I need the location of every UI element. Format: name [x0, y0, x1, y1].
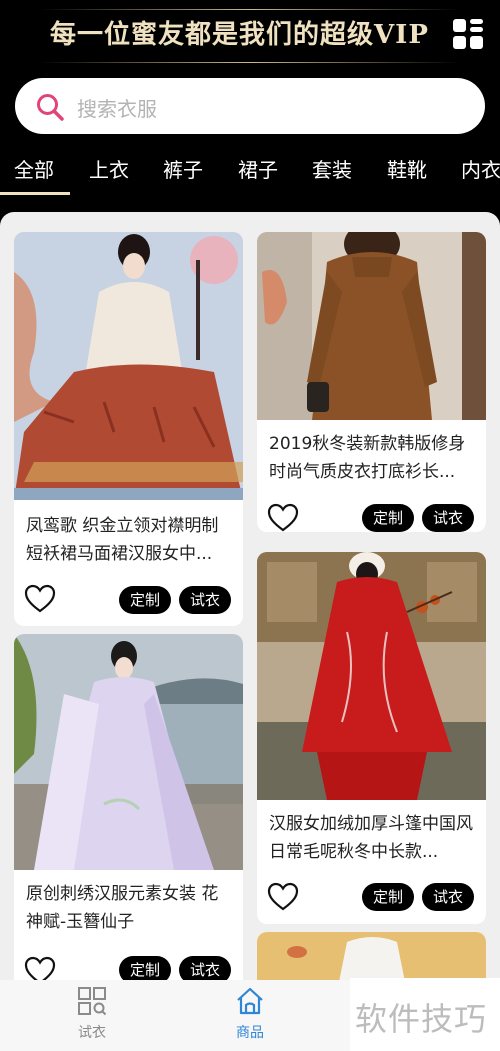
nav-item-products[interactable]: 商品	[210, 986, 290, 1042]
nav-label-try-on: 试衣	[78, 1025, 106, 1041]
banner-title: 每一位蜜友都是我们的超级VIP	[50, 20, 429, 50]
search-icon	[37, 94, 64, 121]
fitting-grid-icon	[78, 987, 107, 1016]
customize-button[interactable]: 定制	[362, 504, 414, 532]
product-image[interactable]	[257, 232, 486, 420]
tab-all[interactable]: 全部	[14, 154, 54, 183]
category-tabs: 全部 上衣 裤子 裙子 套装 鞋靴 内衣	[0, 146, 500, 198]
tab-tops[interactable]: 上衣	[89, 154, 129, 183]
search-placeholder: 搜索衣服	[77, 97, 157, 121]
product-card[interactable]: 2019秋冬装新款韩版修身时尚气质皮衣打底衫长... 定制 试衣	[257, 232, 486, 532]
heart-icon[interactable]	[24, 956, 56, 980]
product-image[interactable]	[257, 552, 486, 800]
customize-button[interactable]: 定制	[119, 956, 171, 980]
try-on-button[interactable]: 试衣	[422, 883, 474, 911]
home-icon	[237, 987, 263, 1015]
product-card[interactable]: 原创刺绣汉服元素女装 花神赋-玉簪仙子 定制 试衣	[14, 634, 243, 980]
customize-button[interactable]: 定制	[362, 883, 414, 911]
product-card[interactable]: 凤鸾歌 织金立领对襟明制短袄裙马面裙汉服女中... 定制 试衣	[14, 232, 243, 626]
product-title[interactable]: 凤鸾歌 织金立领对襟明制短袄裙马面裙汉服女中...	[26, 512, 231, 568]
product-image[interactable]	[14, 634, 243, 870]
tab-sets[interactable]: 套装	[312, 154, 352, 183]
product-card[interactable]: 汉服女加绒加厚斗篷中国风日常毛呢秋冬中长款... 定制 试衣	[257, 552, 486, 924]
heart-icon[interactable]	[267, 503, 299, 532]
product-grid: 凤鸾歌 织金立领对襟明制短袄裙马面裙汉服女中... 定制 试衣 2019秋冬装新…	[0, 212, 500, 980]
product-title[interactable]: 原创刺绣汉服元素女装 花神赋-玉簪仙子	[26, 880, 231, 936]
nav-item-try-on[interactable]: 试衣	[52, 986, 132, 1042]
customize-button[interactable]: 定制	[119, 586, 171, 614]
product-title[interactable]: 汉服女加绒加厚斗篷中国风日常毛呢秋冬中长款...	[269, 810, 474, 866]
product-title[interactable]: 2019秋冬装新款韩版修身时尚气质皮衣打底衫长...	[269, 430, 474, 486]
tab-skirts[interactable]: 裙子	[238, 154, 278, 183]
header: 每一位蜜友都是我们的超级VIP 搜索衣服 全部 上衣 裤子 裙子 套装 鞋靴 内…	[0, 0, 500, 210]
try-on-button[interactable]: 试衣	[179, 956, 231, 980]
watermark: 软件技巧	[350, 978, 500, 1051]
tab-shoes[interactable]: 鞋靴	[387, 154, 427, 183]
try-on-button[interactable]: 试衣	[422, 504, 474, 532]
heart-icon[interactable]	[267, 882, 299, 912]
try-on-button[interactable]: 试衣	[179, 586, 231, 614]
product-card[interactable]	[257, 932, 486, 980]
banner-top-line	[40, 9, 460, 10]
grid-menu-icon[interactable]	[452, 18, 484, 50]
product-image[interactable]	[257, 932, 486, 980]
banner-bottom-line	[40, 62, 460, 63]
heart-icon[interactable]	[24, 584, 56, 614]
tab-underwear[interactable]: 内衣	[461, 154, 500, 183]
active-tab-indicator	[0, 192, 70, 195]
search-bar[interactable]: 搜索衣服	[15, 78, 485, 134]
watermark-text: 软件技巧	[355, 1000, 488, 1038]
product-image[interactable]	[14, 232, 243, 500]
tab-pants[interactable]: 裤子	[163, 154, 203, 183]
nav-label-products: 商品	[236, 1025, 264, 1041]
